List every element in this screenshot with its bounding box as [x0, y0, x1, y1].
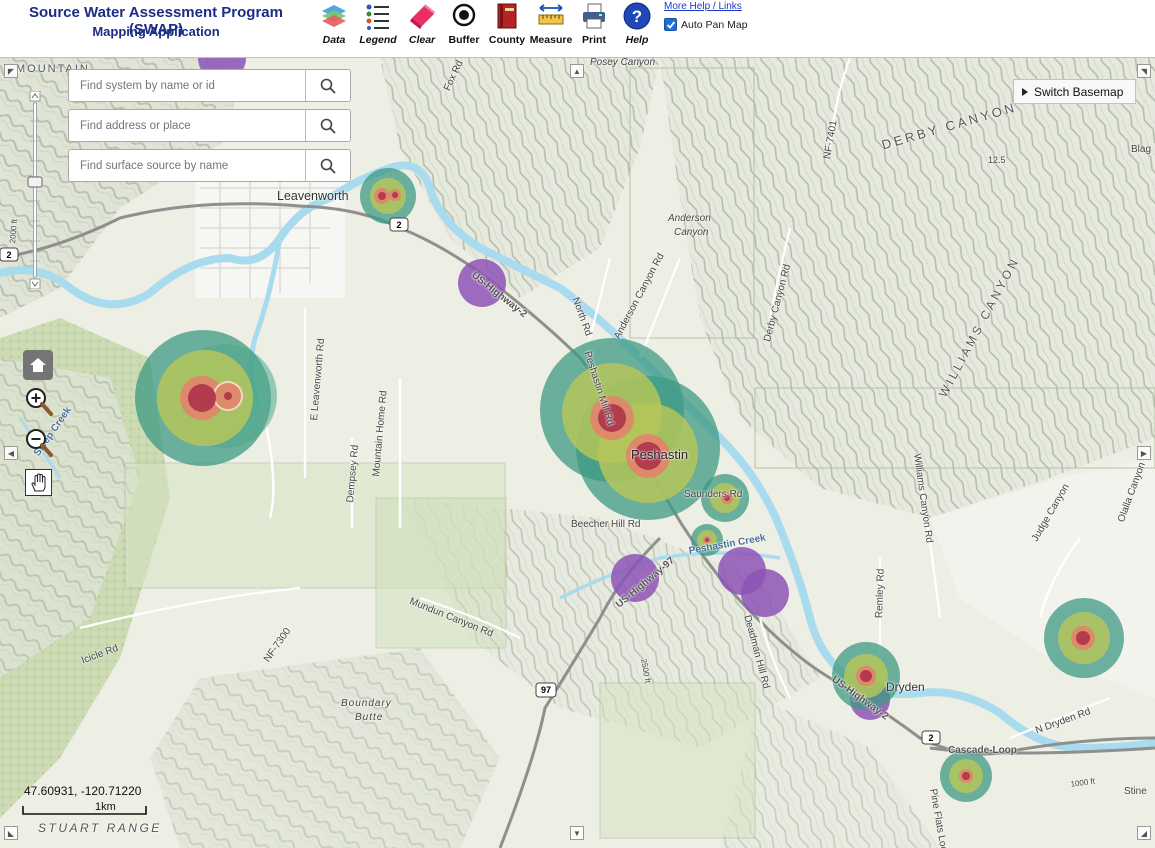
zoom-slider[interactable] — [27, 91, 43, 289]
app-header: Source Water Assessment Program (SWAP) M… — [0, 0, 1155, 58]
pan-southwest-arrow[interactable]: ◣ — [4, 826, 18, 840]
map-view[interactable]: 2 2 2 97 Leavenworth Peshastin Dryden MO… — [0, 58, 1155, 848]
label-stuart-range: STUART RANGE — [38, 821, 162, 835]
county-tool-label: County — [488, 34, 526, 46]
zoom-out-button[interactable] — [24, 427, 54, 459]
legend-list-icon — [366, 4, 389, 30]
autopan-checkbox[interactable] — [664, 18, 677, 31]
search-icon — [320, 118, 336, 134]
pan-north-arrow[interactable]: ▲ — [570, 64, 584, 78]
land-parcel-south — [599, 682, 756, 839]
label-posey-canyon: Posey Canyon — [590, 58, 656, 68]
pan-hand-button[interactable] — [25, 469, 52, 496]
scale-bar-label: 1km — [95, 801, 116, 813]
switch-basemap-label: Switch Basemap — [1034, 84, 1124, 99]
label-peshastin: Peshastin — [631, 447, 689, 462]
buffer-tool-button[interactable]: Buffer — [441, 2, 487, 46]
legend-tool-button[interactable]: Legend — [355, 2, 401, 46]
hwy-2-shield-west: 2 — [6, 250, 11, 260]
layers-icon — [322, 5, 346, 27]
hand-icon — [30, 472, 45, 491]
data-tool-button[interactable]: Data — [311, 2, 357, 46]
system-search-input[interactable] — [69, 70, 305, 101]
label-anderson-canyon-2: Canyon — [674, 227, 709, 238]
label-blag: Blag — [1131, 144, 1152, 155]
pan-northeast-arrow[interactable]: ◥ — [1137, 64, 1151, 78]
label-contour-125: 12.5 — [988, 155, 1006, 165]
help-question-icon: ? — [623, 2, 651, 30]
pan-southeast-arrow[interactable]: ◢ — [1137, 826, 1151, 840]
county-tool-button[interactable]: County — [484, 2, 530, 46]
label-dryden: Dryden — [886, 680, 925, 694]
label-boundary-2: Butte — [355, 712, 384, 723]
label-beecher-hill-rd: Beecher Hill Rd — [571, 519, 641, 530]
autopan-label: Auto Pan Map — [681, 18, 748, 31]
measure-tool-button[interactable]: Measure — [528, 2, 574, 46]
pan-south-arrow[interactable]: ▼ — [570, 826, 584, 840]
purple-source-creek-2 — [741, 569, 789, 617]
pan-east-arrow[interactable]: ▶ — [1137, 446, 1151, 460]
surface-source-search-input[interactable] — [69, 150, 305, 181]
label-stine: Stine — [1124, 786, 1147, 797]
print-tool-button[interactable]: Print — [571, 2, 617, 46]
data-tool-label: Data — [322, 34, 346, 46]
svg-text:?: ? — [632, 7, 642, 26]
printer-icon — [583, 3, 605, 29]
surface-source-search-box[interactable] — [68, 149, 351, 182]
help-tool-button[interactable]: ? Help — [614, 2, 660, 46]
label-cascade-loop: Cascade-Loop — [948, 745, 1017, 756]
help-tool-label: Help — [625, 34, 649, 46]
switch-basemap-button[interactable]: Switch Basemap — [1013, 79, 1136, 104]
address-search-input[interactable] — [69, 110, 305, 141]
home-button[interactable] — [23, 350, 53, 380]
more-help-link[interactable]: More Help / Links — [664, 1, 742, 12]
cursor-coordinates: 47.60931, -120.71220 — [24, 784, 142, 798]
hwy-97-shield: 97 — [541, 685, 551, 695]
hwy-2-shield-east: 2 — [928, 733, 933, 743]
home-icon — [30, 358, 46, 372]
scale-bar — [22, 806, 147, 815]
buffer-east — [1044, 598, 1124, 678]
label-saunders-rd: Saunders Rd — [684, 489, 743, 500]
system-search-button[interactable] — [305, 70, 350, 101]
legend-tool-label: Legend — [359, 34, 397, 46]
county-book-icon — [497, 3, 517, 29]
pan-northwest-arrow[interactable]: ◤ — [4, 64, 18, 78]
clear-tool-button[interactable]: Clear — [399, 2, 445, 46]
zoom-slider-thumb[interactable] — [27, 176, 43, 188]
label-anderson-canyon-1: Anderson — [668, 213, 711, 224]
label-boundary-1: Boundary — [341, 698, 392, 709]
check-icon — [666, 20, 675, 29]
address-search-box[interactable] — [68, 109, 351, 142]
print-tool-label: Print — [582, 34, 606, 46]
label-remley-rd: Remley Rd — [874, 568, 887, 619]
address-search-button[interactable] — [305, 110, 350, 141]
autopan-control[interactable]: Auto Pan Map — [664, 18, 748, 31]
buffer-pine-flats — [940, 750, 992, 802]
search-icon — [320, 78, 336, 94]
label-leavenworth: Leavenworth — [277, 189, 349, 203]
measure-tool-label: Measure — [529, 34, 573, 46]
buffer-tool-label: Buffer — [448, 34, 480, 46]
buffer-leavenworth — [360, 168, 416, 224]
zoom-in-button[interactable] — [24, 386, 54, 418]
eraser-icon — [410, 4, 435, 29]
pan-west-arrow[interactable]: ◀ — [4, 446, 18, 460]
caret-right-icon — [1022, 87, 1028, 96]
clear-tool-label: Clear — [408, 34, 436, 46]
ruler-icon — [538, 4, 564, 25]
system-search-box[interactable] — [68, 69, 351, 102]
app-subtitle: Mapping Application — [92, 24, 220, 39]
buffer-target-icon — [452, 3, 476, 27]
surface-source-search-button[interactable] — [305, 150, 350, 181]
search-icon — [320, 158, 336, 174]
hwy-2-shield: 2 — [396, 220, 401, 230]
